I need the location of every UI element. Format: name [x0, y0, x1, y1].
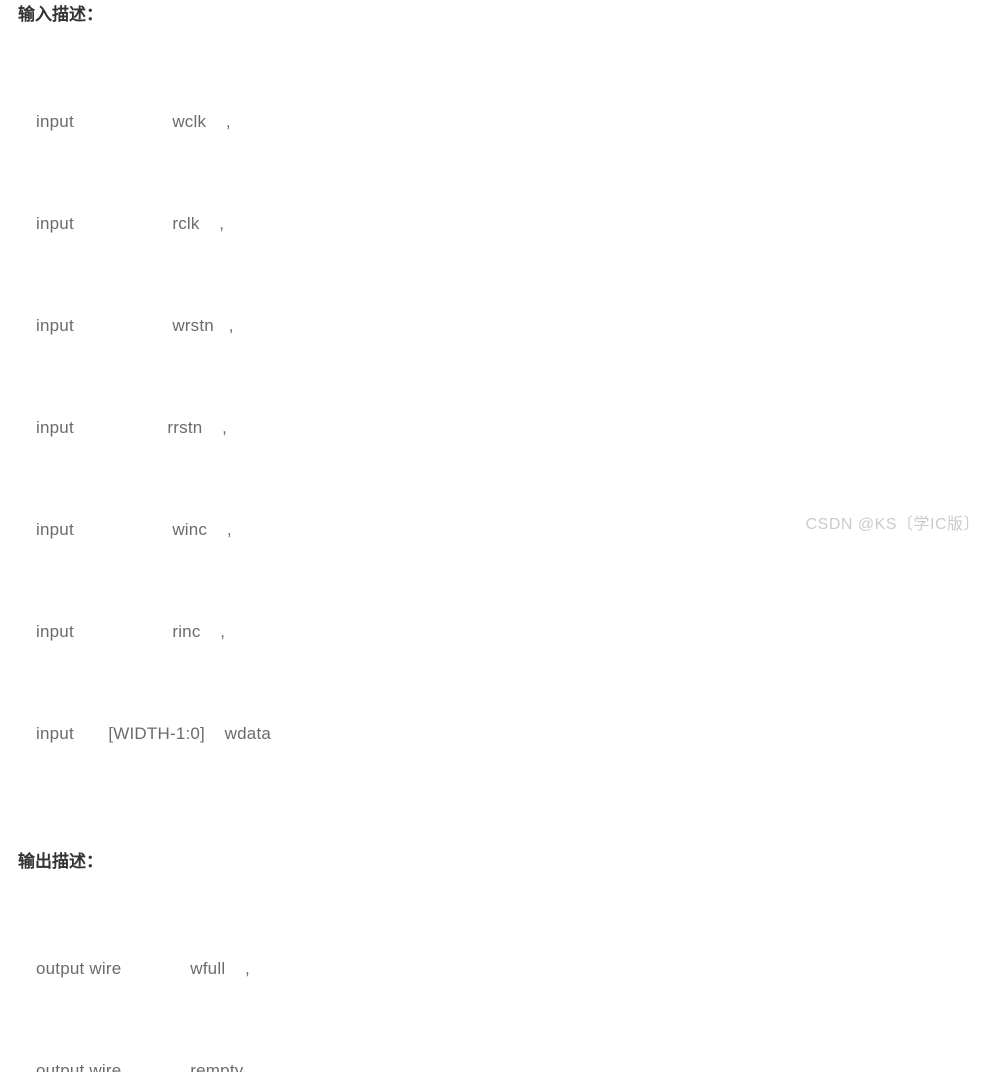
code-line: input rrstn ,	[36, 411, 970, 445]
watermark: CSDN @KS〔学IC版〕	[806, 510, 980, 534]
code-line: input wclk ,	[36, 105, 970, 139]
code-line: input [WIDTH-1:0] wdata	[36, 717, 970, 751]
code-line: input rinc ,	[36, 615, 970, 649]
code-line: output wire wfull ,	[36, 952, 970, 986]
code-line: input wrstn ,	[36, 309, 970, 343]
output-description-section: 输出描述： output wire wfull , output wire re…	[18, 853, 970, 1072]
output-code-block: output wire wfull , output wire rempty ,…	[18, 884, 970, 1072]
input-description-section: 输入描述： input wclk , input rclk , input wr…	[18, 6, 970, 819]
code-line: output wire rempty ,	[36, 1054, 970, 1072]
input-code-block: input wclk , input rclk , input wrstn , …	[18, 37, 970, 819]
output-section-title: 输出描述：	[18, 853, 970, 870]
input-section-title: 输入描述：	[18, 6, 970, 23]
code-line: input rclk ,	[36, 207, 970, 241]
